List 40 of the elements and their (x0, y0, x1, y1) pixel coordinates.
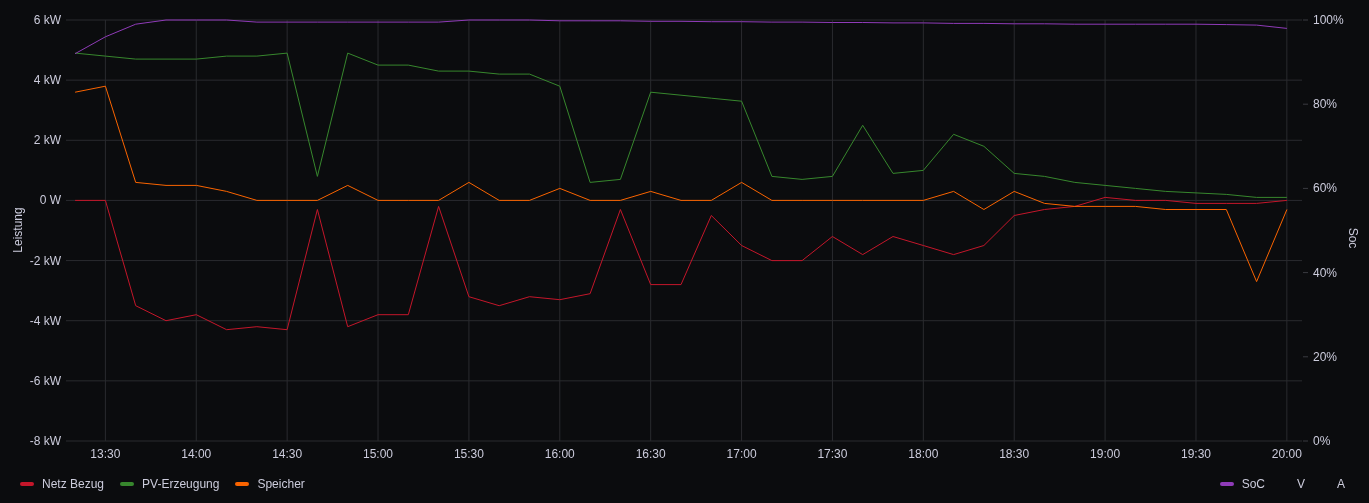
y-tick-label: 0 W (39, 193, 61, 208)
legend-swatch-icon (235, 482, 250, 486)
legend-label[interactable]: Speicher (257, 475, 305, 493)
y-tick-label: 100% (1313, 13, 1344, 27)
x-tick-label: 15:30 (453, 447, 484, 461)
y-tick-label: -4 kW (29, 313, 61, 328)
y-tick-label: 0% (1313, 434, 1331, 448)
x-tick-label: 17:00 (726, 447, 757, 461)
legend-label[interactable]: A (1337, 475, 1345, 493)
y-tick-label: 4 kW (33, 73, 61, 88)
axis-title: Soc (1346, 227, 1360, 249)
x-tick-label: 16:00 (544, 447, 575, 461)
x-tick-label: 20:00 (1271, 447, 1302, 461)
legend-swatch-icon (120, 482, 135, 486)
y-tick-label: -6 kW (29, 373, 61, 388)
y-tick-label: 80% (1313, 97, 1338, 112)
y-tick-label: 20% (1313, 349, 1338, 364)
x-tick-label: 17:30 (817, 447, 848, 461)
legend-label[interactable]: Netz Bezug (42, 475, 105, 493)
y-tick-label: 60% (1313, 181, 1338, 196)
legend-swatch-icon (20, 482, 34, 486)
x-tick-label: 13:30 (90, 447, 121, 461)
legend-swatch-icon (1219, 482, 1234, 486)
x-tick-label: 14:00 (181, 447, 212, 461)
y-tick-label: -2 kW (29, 253, 61, 268)
x-tick-label: 18:00 (908, 447, 939, 461)
x-tick-label: 19:30 (1180, 447, 1211, 461)
y-tick-label: 2 kW (33, 133, 61, 148)
x-tick-label: 16:30 (635, 447, 666, 461)
legend-label[interactable]: PV-Erzeugung (142, 475, 220, 493)
y-tick-label: 40% (1313, 265, 1338, 280)
y-tick-label: 6 kW (33, 13, 61, 27)
x-tick-label: 15:00 (363, 447, 394, 461)
legend-label[interactable]: V (1296, 475, 1305, 493)
x-tick-label: 14:30 (272, 447, 303, 461)
x-tick-label: 18:30 (999, 447, 1030, 461)
y-tick-label: -8 kW (29, 434, 61, 448)
legend-label[interactable]: SoC (1241, 475, 1265, 493)
axis-title: Leistung (11, 207, 25, 253)
x-tick-label: 19:00 (1090, 447, 1121, 461)
